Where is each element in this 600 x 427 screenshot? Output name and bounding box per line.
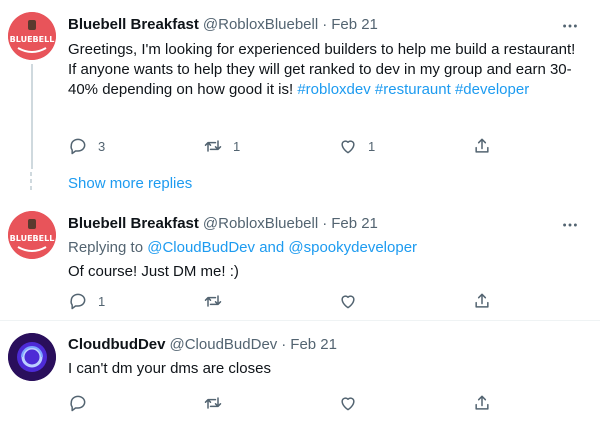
separator: ·: [322, 215, 328, 232]
separator: ·: [281, 336, 287, 353]
tweet-3[interactable]: CloudbudDev @CloudBudDev · Feb 21 I can'…: [0, 321, 600, 427]
avatar[interactable]: [8, 333, 56, 381]
handle[interactable]: @RobloxBluebell: [203, 16, 318, 33]
retweet-button[interactable]: 1: [203, 134, 240, 158]
more-icon: [563, 223, 577, 227]
hashtag-developer[interactable]: #developer: [455, 81, 529, 98]
retweet-icon: [204, 295, 222, 307]
mention-spookydeveloper[interactable]: @spookydeveloper: [288, 239, 417, 256]
retweet-button[interactable]: [203, 289, 223, 313]
show-more-replies-link[interactable]: Show more replies: [68, 175, 192, 192]
tweet-header: Bluebell Breakfast @RobloxBluebell · Feb…: [68, 215, 378, 232]
timestamp[interactable]: Feb 21: [331, 16, 378, 33]
retweet-icon: [204, 397, 222, 409]
share-icon: [475, 293, 489, 308]
like-button[interactable]: [338, 289, 358, 313]
svg-text:BLUEBELL: BLUEBELL: [10, 234, 55, 243]
like-count: 1: [368, 138, 376, 154]
separator: ·: [322, 16, 328, 33]
display-name[interactable]: CloudbudDev: [68, 336, 166, 353]
reply-icon: [70, 293, 86, 310]
timestamp[interactable]: Feb 21: [290, 336, 337, 353]
reply-count: 1: [98, 293, 106, 309]
more-icon: [563, 24, 577, 28]
tweet-actions: 1: [60, 289, 520, 313]
reply-icon: [70, 138, 86, 155]
bluebell-logo-icon: BLUEBELL: [8, 211, 56, 259]
reply-icon: [70, 395, 86, 412]
reply-count: 3: [98, 138, 106, 154]
tweet-actions: [60, 391, 520, 415]
timestamp[interactable]: Feb 21: [331, 215, 378, 232]
tweet-text: Of course! Just DM me! :): [68, 263, 239, 280]
retweet-icon: [204, 140, 222, 152]
bluebell-logo-icon: BLUEBELL: [8, 12, 56, 60]
tweet-2[interactable]: BLUEBELL Bluebell Breakfast @RobloxBlueb…: [0, 205, 600, 320]
thread-dots: [30, 172, 33, 193]
share-button[interactable]: [472, 289, 492, 313]
like-icon: [341, 295, 355, 309]
share-icon: [475, 395, 489, 410]
avatar[interactable]: BLUEBELL: [8, 211, 56, 259]
more-button[interactable]: [560, 215, 580, 235]
share-icon: [475, 138, 489, 153]
like-button[interactable]: [338, 391, 358, 415]
like-icon: [341, 140, 355, 154]
svg-text:BLUEBELL: BLUEBELL: [10, 35, 55, 44]
tweet-1[interactable]: BLUEBELL Bluebell Breakfast @RobloxBlueb…: [0, 0, 600, 169]
handle[interactable]: @CloudBudDev: [170, 336, 278, 353]
retweet-button[interactable]: [203, 391, 223, 415]
avatar[interactable]: BLUEBELL: [8, 12, 56, 60]
tweet-actions: 3 1 1: [60, 134, 520, 158]
retweet-count: 1: [233, 138, 241, 154]
reply-button[interactable]: [68, 391, 88, 415]
like-button[interactable]: 1: [338, 134, 375, 158]
reply-button[interactable]: 3: [68, 134, 105, 158]
replying-to-line: Replying to @CloudBudDev and @spookydeve…: [68, 238, 578, 258]
display-name[interactable]: Bluebell Breakfast: [68, 16, 199, 33]
hashtag-resturaunt[interactable]: #resturaunt: [375, 81, 451, 98]
like-icon: [341, 397, 355, 411]
tweet-header: CloudbudDev @CloudBudDev · Feb 21: [68, 336, 337, 353]
cloudbud-logo-icon: [8, 333, 56, 381]
replying-prefix: Replying to: [68, 239, 144, 256]
tweet-text: I can't dm your dms are closes: [68, 360, 271, 377]
tweet-header: Bluebell Breakfast @RobloxBluebell · Feb…: [68, 16, 378, 33]
tweet-text: Greetings, I'm looking for experienced b…: [68, 40, 578, 100]
hashtag-robloxdev[interactable]: #robloxdev: [297, 81, 370, 98]
mention-cloudbuddev[interactable]: @CloudBudDev: [147, 239, 255, 256]
thread-line: [31, 64, 33, 169]
display-name[interactable]: Bluebell Breakfast: [68, 215, 199, 232]
more-button[interactable]: [560, 16, 580, 36]
share-button[interactable]: [472, 134, 492, 158]
replying-and[interactable]: and: [259, 239, 284, 256]
handle[interactable]: @RobloxBluebell: [203, 215, 318, 232]
reply-button[interactable]: 1: [68, 289, 105, 313]
share-button[interactable]: [472, 391, 492, 415]
